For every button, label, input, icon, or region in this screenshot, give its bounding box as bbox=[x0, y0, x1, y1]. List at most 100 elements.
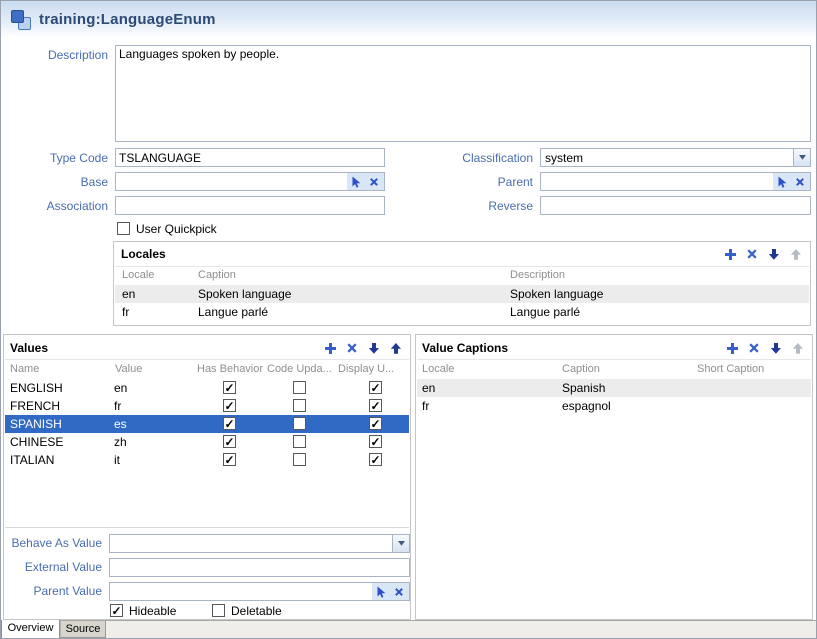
value-captions-column-locale: Locale bbox=[422, 363, 454, 375]
clear-x-icon bbox=[394, 587, 404, 597]
locales-section: Locales Locale Caption Description en Sp… bbox=[113, 241, 811, 326]
parent-clear-button[interactable] bbox=[792, 174, 808, 189]
value-captions-row-fr[interactable]: fr espagnol bbox=[417, 397, 811, 415]
description-textarea[interactable]: Languages spoken by people. bbox=[115, 45, 811, 142]
editor-tabbar: Overview Source bbox=[1, 620, 816, 638]
user-quickpick-label[interactable]: User Quickpick bbox=[136, 222, 217, 236]
reverse-input[interactable] bbox=[540, 196, 811, 215]
pointer-icon bbox=[351, 176, 363, 188]
value-captions-add-button[interactable] bbox=[725, 341, 739, 355]
values-toolbar bbox=[323, 341, 403, 355]
association-label: Association bbox=[1, 199, 111, 213]
cell-name: CHINESE bbox=[10, 435, 63, 449]
association-input[interactable] bbox=[115, 196, 385, 215]
locales-delete-button[interactable] bbox=[745, 247, 759, 261]
cell-caption: Langue parlé bbox=[198, 305, 268, 319]
cell-value: it bbox=[114, 453, 120, 467]
type-code-input[interactable] bbox=[115, 148, 385, 167]
has-behavior-checkbox[interactable] bbox=[223, 417, 236, 430]
cell-locale: fr bbox=[122, 305, 129, 319]
cell-value: en bbox=[114, 381, 127, 395]
classification-value: system bbox=[545, 151, 583, 165]
has-behavior-checkbox[interactable] bbox=[223, 435, 236, 448]
add-icon bbox=[726, 342, 739, 355]
user-quickpick-checkbox[interactable] bbox=[117, 222, 130, 235]
values-row-english[interactable]: ENGLISH en bbox=[5, 379, 409, 397]
values-column-name: Name bbox=[10, 363, 39, 375]
parent-picker-buttons bbox=[773, 173, 810, 190]
parent-value-picker-buttons bbox=[372, 583, 409, 600]
values-move-up-button[interactable] bbox=[389, 341, 403, 355]
parent-pick-button[interactable] bbox=[775, 174, 791, 189]
cell-name: SPANISH bbox=[10, 417, 62, 431]
values-row-french[interactable]: FRENCH fr bbox=[5, 397, 409, 415]
header: training:LanguageEnum bbox=[1, 1, 816, 38]
deletable-checkbox[interactable] bbox=[212, 604, 225, 617]
values-delete-button[interactable] bbox=[345, 341, 359, 355]
locales-column-locale: Locale bbox=[122, 269, 154, 281]
locales-title: Locales bbox=[121, 247, 166, 261]
move-down-icon bbox=[770, 342, 782, 354]
display-update-checkbox[interactable] bbox=[369, 453, 382, 466]
values-row-chinese[interactable]: CHINESE zh bbox=[5, 433, 409, 451]
value-captions-move-down-button[interactable] bbox=[769, 341, 783, 355]
code-update-checkbox[interactable] bbox=[293, 417, 306, 430]
has-behavior-checkbox[interactable] bbox=[223, 381, 236, 394]
values-column-display-update: Display U... bbox=[338, 363, 394, 375]
code-update-checkbox[interactable] bbox=[293, 399, 306, 412]
base-clear-button[interactable] bbox=[366, 174, 382, 189]
base-input[interactable] bbox=[116, 173, 347, 190]
external-value-input[interactable] bbox=[109, 558, 410, 577]
parent-field bbox=[540, 172, 811, 191]
parent-value-input[interactable] bbox=[110, 583, 372, 600]
locales-row-en[interactable]: en Spoken language Spoken language bbox=[115, 285, 809, 303]
pointer-icon bbox=[376, 586, 388, 598]
values-move-down-button[interactable] bbox=[367, 341, 381, 355]
has-behavior-checkbox[interactable] bbox=[223, 399, 236, 412]
base-pick-button[interactable] bbox=[349, 174, 365, 189]
cell-caption: Spoken language bbox=[198, 287, 291, 301]
display-update-checkbox[interactable] bbox=[369, 381, 382, 394]
value-captions-row-en[interactable]: en Spanish bbox=[417, 379, 811, 397]
value-captions-delete-button[interactable] bbox=[747, 341, 761, 355]
display-update-checkbox[interactable] bbox=[369, 399, 382, 412]
parent-value-clear-button[interactable] bbox=[391, 584, 407, 599]
add-icon bbox=[724, 248, 737, 261]
classification-dropdown-button[interactable] bbox=[793, 149, 810, 166]
locales-move-down-button[interactable] bbox=[767, 247, 781, 261]
behave-as-value-select[interactable] bbox=[109, 534, 410, 553]
parent-value-pick-button[interactable] bbox=[374, 584, 390, 599]
tab-overview[interactable]: Overview bbox=[1, 620, 60, 639]
divider bbox=[417, 359, 811, 360]
enum-editor-window: training:LanguageEnum Description Langua… bbox=[0, 0, 817, 639]
locales-row-fr[interactable]: fr Langue parlé Langue parlé bbox=[115, 303, 809, 321]
value-captions-toolbar bbox=[725, 341, 805, 355]
hideable-checkbox[interactable] bbox=[110, 604, 123, 617]
cell-caption: espagnol bbox=[562, 399, 611, 413]
reverse-label: Reverse bbox=[389, 199, 536, 213]
deletable-label[interactable]: Deletable bbox=[231, 604, 282, 618]
hideable-label[interactable]: Hideable bbox=[129, 604, 176, 618]
display-update-checkbox[interactable] bbox=[369, 435, 382, 448]
add-icon bbox=[324, 342, 337, 355]
tab-source[interactable]: Source bbox=[60, 621, 106, 638]
values-row-spanish[interactable]: SPANISH es bbox=[5, 415, 409, 433]
locales-add-button[interactable] bbox=[723, 247, 737, 261]
has-behavior-checkbox[interactable] bbox=[223, 453, 236, 466]
cell-value: fr bbox=[114, 399, 121, 413]
parent-input[interactable] bbox=[541, 173, 773, 190]
locales-move-up-button[interactable] bbox=[789, 247, 803, 261]
display-update-checkbox[interactable] bbox=[369, 417, 382, 430]
behave-as-value-dropdown-button[interactable] bbox=[392, 535, 409, 552]
values-add-button[interactable] bbox=[323, 341, 337, 355]
values-row-italian[interactable]: ITALIAN it bbox=[5, 451, 409, 469]
code-update-checkbox[interactable] bbox=[293, 381, 306, 394]
value-captions-move-up-button[interactable] bbox=[791, 341, 805, 355]
enum-type-icon bbox=[10, 9, 32, 31]
code-update-checkbox[interactable] bbox=[293, 435, 306, 448]
chevron-down-icon bbox=[799, 155, 806, 160]
values-column-value: Value bbox=[115, 363, 142, 375]
page-title: training:LanguageEnum bbox=[39, 11, 216, 28]
code-update-checkbox[interactable] bbox=[293, 453, 306, 466]
classification-select[interactable]: system bbox=[540, 148, 811, 167]
